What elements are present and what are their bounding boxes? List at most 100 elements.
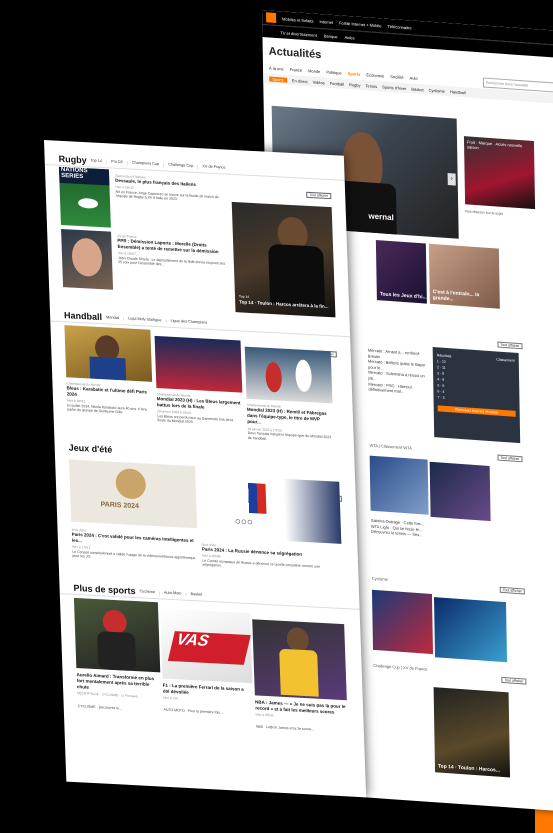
tennis-list: Sabrina Outrage · Cette fois... WTA Ligh… xyxy=(371,518,491,543)
news-tiles: Tous les Jeux d'hi... C'est à l'entraîn.… xyxy=(375,240,500,309)
tennis-image[interactable] xyxy=(369,455,429,515)
plus-sports-section: Plus de sports Cyclisme | Auto-Moto | Bask… xyxy=(59,581,360,732)
cycling-image[interactable] xyxy=(73,597,161,673)
tab-monde[interactable]: Monde xyxy=(308,68,320,74)
category-item[interactable]: En direct xyxy=(292,78,308,84)
banner-text: NATIONS SERIES xyxy=(58,166,111,186)
tennis-image-2[interactable] xyxy=(429,461,491,522)
plus-link-basket[interactable]: Basket xyxy=(190,592,202,597)
nav-item[interactable]: TV et divertissement xyxy=(280,30,317,38)
tout-afficher-button[interactable]: Tout afficher xyxy=(497,341,523,350)
article-footer[interactable]: CYCLISME · Découvrez le... xyxy=(78,704,160,713)
all-results-button[interactable]: Retrouvez tous les résultats xyxy=(437,405,516,417)
handball-link-mondial[interactable]: Mondial xyxy=(106,315,119,320)
news-image[interactable] xyxy=(371,589,434,655)
plus-article-1[interactable]: Aurelio Aimard : Transformé en plus fort… xyxy=(76,672,159,713)
nba-image[interactable] xyxy=(252,619,347,701)
tab-sports[interactable]: Sports xyxy=(348,71,361,77)
plus-article-2[interactable]: F1 : La première Ferrari de la saison a … xyxy=(163,683,252,718)
nav-item[interactable]: Aides xyxy=(345,34,355,40)
tab-auto[interactable]: Auto xyxy=(409,75,417,81)
carousel-next-icon[interactable]: › xyxy=(447,173,456,186)
handball-image-3[interactable] xyxy=(244,346,333,404)
rugby-article-2[interactable]: XV de France PPR : Démission Laporte : M… xyxy=(117,234,228,271)
category-item[interactable]: Rugby xyxy=(349,82,361,88)
category-item[interactable]: Tennis xyxy=(365,83,377,89)
rugby-links-bottom: Challenge Cup | XV de France xyxy=(373,662,428,672)
tout-afficher-button[interactable]: Tout afficher xyxy=(497,454,523,463)
news-image-2[interactable] xyxy=(434,597,508,663)
orange-logo-icon[interactable] xyxy=(266,12,277,23)
category-item[interactable]: Sports d'hiver xyxy=(382,84,406,91)
rugby-link-xv[interactable]: XV de France xyxy=(202,164,225,169)
section-link-wta[interactable]: WTA xyxy=(369,443,377,449)
news-tile[interactable]: C'est à l'entraîn... la grande... xyxy=(428,243,500,309)
tile-caption: C'est à l'entraîn... la grande... xyxy=(432,288,480,302)
section-link[interactable]: XV de France xyxy=(403,665,428,672)
section-title[interactable]: Plus de sports xyxy=(73,583,135,596)
category-item[interactable]: Vidéos xyxy=(312,79,324,85)
topbar-item[interactable]: Forfait Internet + Mobile xyxy=(339,20,381,28)
rugby-link-challenge[interactable]: Challenge Cup xyxy=(168,163,193,168)
side-ad[interactable]: Fruit · Marque · Accès nouvelle saison xyxy=(463,136,536,210)
rugby-article-1[interactable]: Tournoi des 6 Nations Dessaule, le plus … xyxy=(115,174,226,205)
tab-societe[interactable]: Société xyxy=(390,73,403,79)
section-link[interactable]: Challenge Cup xyxy=(373,663,400,670)
tile-caption: Tous les Jeux d'hi... xyxy=(379,290,427,301)
section-title[interactable]: Jeux d'été xyxy=(68,442,112,454)
tab-politique[interactable]: Politique xyxy=(326,69,341,75)
cyclisme-section-head[interactable]: Cyclisme xyxy=(372,576,388,582)
section-link-wta-ranking[interactable]: Classement WTA xyxy=(381,443,412,450)
rugby-article-image[interactable]: NATIONS SERIES xyxy=(58,166,111,228)
f1-car-image[interactable]: VAS xyxy=(160,608,253,684)
jeux-article-1[interactable]: Jeux d'été Paris 2024 : C'est validé pou… xyxy=(71,528,196,566)
handball-image-2[interactable] xyxy=(154,335,243,393)
tout-afficher-button[interactable]: Tout afficher xyxy=(501,676,527,685)
tile-caption: Top 14 · Toulon : Harcos... xyxy=(437,762,501,774)
russia-olympic-image[interactable]: ○○○ xyxy=(199,474,342,544)
mercato-list: Mercato : Arnaut a... renforcé Brestin M… xyxy=(368,347,429,396)
tout-afficher-button[interactable]: Tout afficher xyxy=(306,191,332,200)
article-footer[interactable]: AUTO MOTO · Pour la première fois... xyxy=(164,708,252,717)
tout-afficher-button[interactable]: Tout afficher xyxy=(499,586,525,595)
handball-article-2[interactable]: Championnat du Monde Mondial 2023 (H) : … xyxy=(157,392,242,428)
plus-link-auto[interactable]: Auto-Moto xyxy=(164,591,182,596)
jeux-article-2[interactable]: Jeux d'été Paris 2024 : La Russie dénonc… xyxy=(202,543,341,575)
paris-2024-image[interactable]: PARIS 2024 xyxy=(69,459,198,529)
rugby-portrait-image[interactable] xyxy=(61,228,114,290)
tab-france[interactable]: France xyxy=(290,66,303,72)
rugby-hero-image[interactable]: Top 14 Top 14 · Toulon : Harcos arrêtera… xyxy=(231,201,336,318)
category-item[interactable]: Cyclisme xyxy=(429,87,445,93)
handball-article-3[interactable]: Championnat du Monde Mondial 2023 (H) : … xyxy=(247,403,332,445)
widget-tab-ranking[interactable]: Classement xyxy=(496,357,515,362)
plus-link-cyclisme[interactable]: Cyclisme xyxy=(139,589,155,594)
category-item[interactable]: Football xyxy=(330,80,344,86)
section-title[interactable]: Rugby xyxy=(58,154,86,165)
rugby-link-top14[interactable]: Top 14 xyxy=(91,158,103,163)
nav-item[interactable]: Banque xyxy=(324,33,338,39)
handball-image-1[interactable] xyxy=(64,325,153,382)
news-tile[interactable]: Tous les Jeux d'hi... xyxy=(375,240,427,304)
tab-economie[interactable]: Économie xyxy=(366,72,384,78)
handball-link-ldc[interactable]: Ligue des Champions xyxy=(170,319,207,325)
topbar-item[interactable]: Téléconnaitre xyxy=(387,23,411,30)
widget-tab-results[interactable]: Résultats xyxy=(437,353,452,358)
side-link[interactable]: Nos réseaux sur le sujet xyxy=(465,209,503,216)
section-title[interactable]: Handball xyxy=(64,310,102,322)
article-footer[interactable]: NBA · LeBron James et la 2e survie... xyxy=(256,725,348,735)
rugby-link-champions[interactable]: Champions Cup xyxy=(132,161,159,166)
player-shape xyxy=(77,197,99,209)
tab-a-la-une[interactable]: À la une xyxy=(269,65,284,71)
topbar-item[interactable]: Mobiles et forfaits xyxy=(282,16,313,23)
olympic-rings-icon: ○○○ xyxy=(234,516,254,529)
rugby-image[interactable]: Top 14 · Toulon : Harcos... xyxy=(433,687,511,778)
category-item[interactable]: Handball xyxy=(450,89,466,95)
category-item[interactable]: Basket xyxy=(411,86,423,92)
rugby-link-prod2[interactable]: Pro D2 xyxy=(111,160,123,165)
plus-article-3[interactable]: NBA : James — « Je ne suis pas là pour l… xyxy=(255,699,348,734)
handball-link-starligue[interactable]: Liqui Moly Starligue xyxy=(128,317,161,323)
category-sports[interactable]: Sports xyxy=(269,76,287,83)
handball-article-1[interactable]: Championnat du Monde Bleus : Karabatic e… xyxy=(66,381,151,417)
topbar-item[interactable]: Internet xyxy=(319,19,333,25)
face-shape xyxy=(71,237,103,278)
